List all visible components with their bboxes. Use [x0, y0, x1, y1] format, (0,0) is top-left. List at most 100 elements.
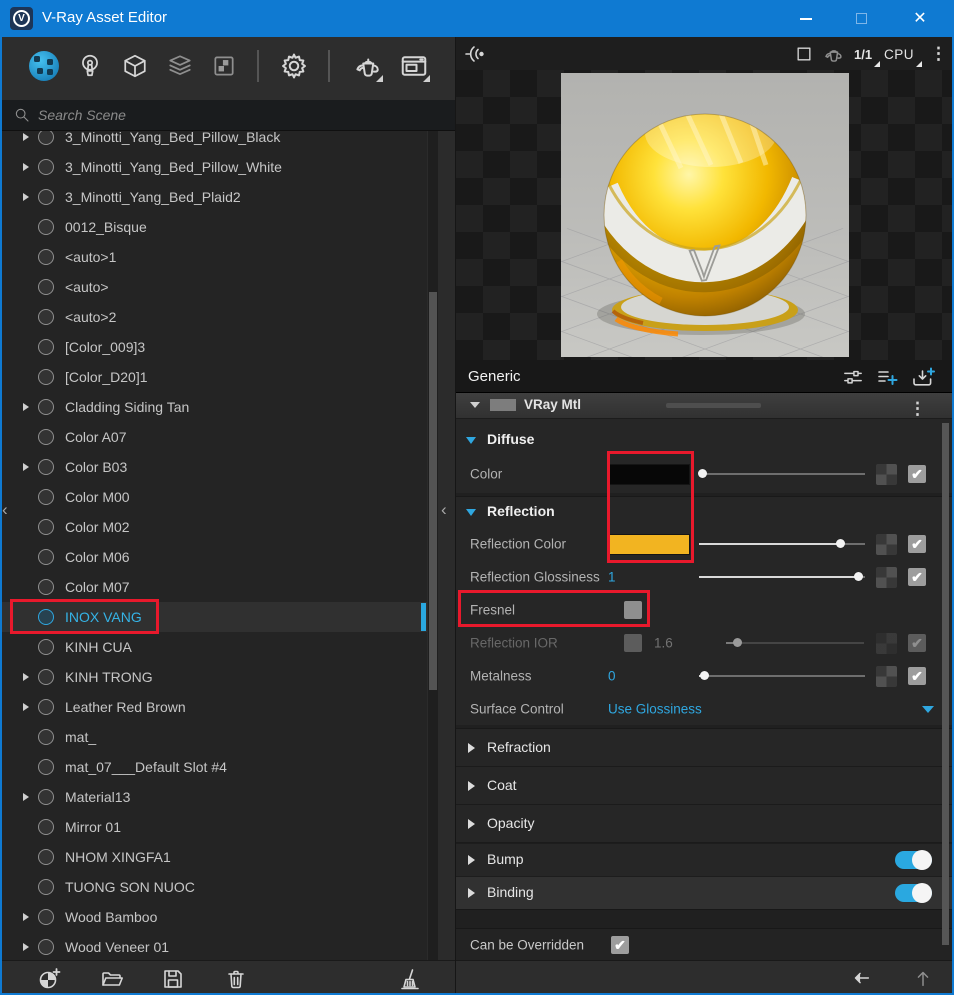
scene-item-wood-bamboo[interactable]: Wood Bamboo — [2, 902, 427, 932]
section-header-binding[interactable]: Binding — [456, 876, 954, 909]
scene-item-color-m02[interactable]: Color M02 — [2, 512, 427, 542]
texture-map-button[interactable] — [876, 534, 897, 555]
scene-item-0012-bisque[interactable]: 0012_Bisque — [2, 212, 427, 242]
scene-item-auto-2[interactable]: <auto>2 — [2, 302, 427, 332]
frames-selector[interactable]: 1/1 — [854, 41, 872, 67]
slider[interactable] — [699, 473, 865, 475]
section-header-reflection[interactable]: Reflection — [456, 497, 954, 527]
lights-tab[interactable] — [73, 49, 107, 83]
scene-item-auto-1[interactable]: <auto>1 — [2, 242, 427, 272]
add-layer-button[interactable] — [874, 365, 900, 389]
textures-tab[interactable] — [207, 49, 241, 83]
render-button[interactable] — [350, 49, 384, 83]
expand-arrow-icon[interactable] — [23, 673, 29, 681]
settings-button[interactable] — [277, 49, 311, 83]
section-header-coat[interactable]: Coat — [456, 767, 954, 805]
display-settings-button[interactable] — [840, 365, 866, 389]
dropdown-value[interactable]: Use Glossiness — [608, 701, 702, 716]
add-asset-button[interactable] — [36, 966, 62, 992]
scene-item-color-009-3[interactable]: [Color_009]3 — [2, 332, 427, 362]
toggle-binding[interactable] — [895, 884, 932, 902]
scene-item-mat[interactable]: mat_ — [2, 722, 427, 752]
purge-unused-button[interactable] — [397, 966, 423, 992]
scene-list-scrollbar[interactable] — [428, 131, 438, 995]
scene-item-auto[interactable]: <auto> — [2, 272, 427, 302]
checkbox-can-be-overridden[interactable]: ✔ — [611, 936, 629, 954]
scene-item-mat-07-default-slot-4[interactable]: mat_07___Default Slot #4 — [2, 752, 427, 782]
scene-item-tuong-son-nuoc[interactable]: TUONG SON NUOC — [2, 872, 427, 902]
save-file-button[interactable] — [160, 966, 186, 992]
texture-map-button[interactable] — [876, 633, 897, 654]
slider[interactable] — [699, 543, 865, 545]
scene-item-color-m00[interactable]: Color M00 — [2, 482, 427, 512]
back-button[interactable] — [849, 966, 873, 990]
minimize-button[interactable] — [783, 0, 829, 37]
open-file-button[interactable] — [99, 966, 125, 992]
import-layer-button[interactable] — [910, 365, 936, 389]
link-preview-button[interactable] — [464, 41, 488, 67]
expand-arrow-icon[interactable] — [23, 163, 29, 171]
material-layer-row[interactable]: VRay Mtl ⋮ — [456, 393, 954, 419]
checkbox-reflection-glossiness[interactable]: ✔ — [908, 568, 926, 586]
scene-item-color-b03[interactable]: Color B03 — [2, 452, 427, 482]
chevron-down-icon[interactable] — [922, 706, 934, 713]
slider[interactable] — [726, 642, 864, 644]
enable-checkbox[interactable] — [624, 634, 642, 652]
scene-item-color-m06[interactable]: Color M06 — [2, 542, 427, 572]
search-input[interactable] — [38, 107, 368, 123]
scene-item-3-minotti-yang-bed-pillow-black[interactable]: 3_Minotti_Yang_Bed_Pillow_Black — [2, 131, 427, 152]
layer-slider[interactable] — [666, 403, 761, 408]
slider-knob[interactable] — [836, 539, 845, 548]
checkbox-reflection-ior[interactable]: ✔ — [908, 634, 926, 652]
materials-tab[interactable] — [27, 49, 61, 83]
texture-map-button[interactable] — [876, 567, 897, 588]
toggle-bump[interactable] — [895, 851, 932, 869]
scene-item-color-d20-1[interactable]: [Color_D20]1 — [2, 362, 427, 392]
expand-arrow-icon[interactable] — [23, 463, 29, 471]
property-value[interactable]: 1 — [608, 569, 616, 584]
checkbox-metalness[interactable]: ✔ — [908, 667, 926, 685]
scene-item-3-minotti-yang-bed-plaid2[interactable]: 3_Minotti_Yang_Bed_Plaid2 — [2, 182, 427, 212]
scene-item-3-minotti-yang-bed-pillow-white[interactable]: 3_Minotti_Yang_Bed_Pillow_White — [2, 152, 427, 182]
checkbox-color[interactable]: ✔ — [908, 465, 926, 483]
expand-arrow-icon[interactable] — [23, 403, 29, 411]
slider[interactable] — [699, 576, 865, 578]
geometries-tab[interactable] — [118, 49, 152, 83]
slider[interactable] — [699, 675, 865, 677]
property-value[interactable]: 1.6 — [654, 635, 673, 650]
scene-item-color-m07[interactable]: Color M07 — [2, 572, 427, 602]
scene-item-cladding-siding-tan[interactable]: Cladding Siding Tan — [2, 392, 427, 422]
scene-item-nhom-xingfa1[interactable]: NHOM XINGFA1 — [2, 842, 427, 872]
device-selector[interactable]: CPU — [884, 41, 914, 67]
region-render-button[interactable] — [794, 41, 814, 67]
slider-knob[interactable] — [854, 572, 863, 581]
scene-item-kinh-cua[interactable]: KINH CUA — [2, 632, 427, 662]
slider-knob[interactable] — [733, 638, 742, 647]
checkbox-reflection-color[interactable]: ✔ — [908, 535, 926, 553]
expand-arrow-icon[interactable] — [23, 913, 29, 921]
expand-arrow-icon[interactable] — [23, 193, 29, 201]
section-header-diffuse[interactable]: Diffuse — [456, 425, 954, 455]
color-swatch[interactable] — [608, 464, 690, 485]
scene-item-inox-vang[interactable]: INOX VANG — [2, 602, 427, 632]
texture-map-button[interactable] — [876, 464, 897, 485]
expand-arrow-icon[interactable] — [23, 133, 29, 141]
scene-item-kinh-trong[interactable]: KINH TRONG — [2, 662, 427, 692]
checkbox-fresnel[interactable] — [624, 601, 642, 619]
slider-knob[interactable] — [698, 469, 707, 478]
scene-item-wood-veneer-01[interactable]: Wood Veneer 01 — [2, 932, 427, 962]
expand-arrow-icon[interactable] — [23, 793, 29, 801]
section-header-opacity[interactable]: Opacity — [456, 805, 954, 843]
preview-menu-button[interactable]: ⋮ — [930, 41, 947, 67]
delete-asset-button[interactable] — [223, 966, 249, 992]
expanded-triangle-icon[interactable] — [470, 402, 480, 408]
scene-item-material13[interactable]: Material13 — [2, 782, 427, 812]
up-button[interactable] — [911, 966, 935, 990]
collapse-properties-chevron[interactable]: ‹ — [441, 503, 447, 517]
color-swatch[interactable] — [608, 534, 690, 555]
collapse-outliner-chevron[interactable]: ‹ — [2, 503, 8, 517]
maximize-button[interactable] — [838, 0, 884, 37]
slider-knob[interactable] — [700, 671, 709, 680]
scene-item-leather-red-brown[interactable]: Leather Red Brown — [2, 692, 427, 722]
section-header-refraction[interactable]: Refraction — [456, 729, 954, 767]
